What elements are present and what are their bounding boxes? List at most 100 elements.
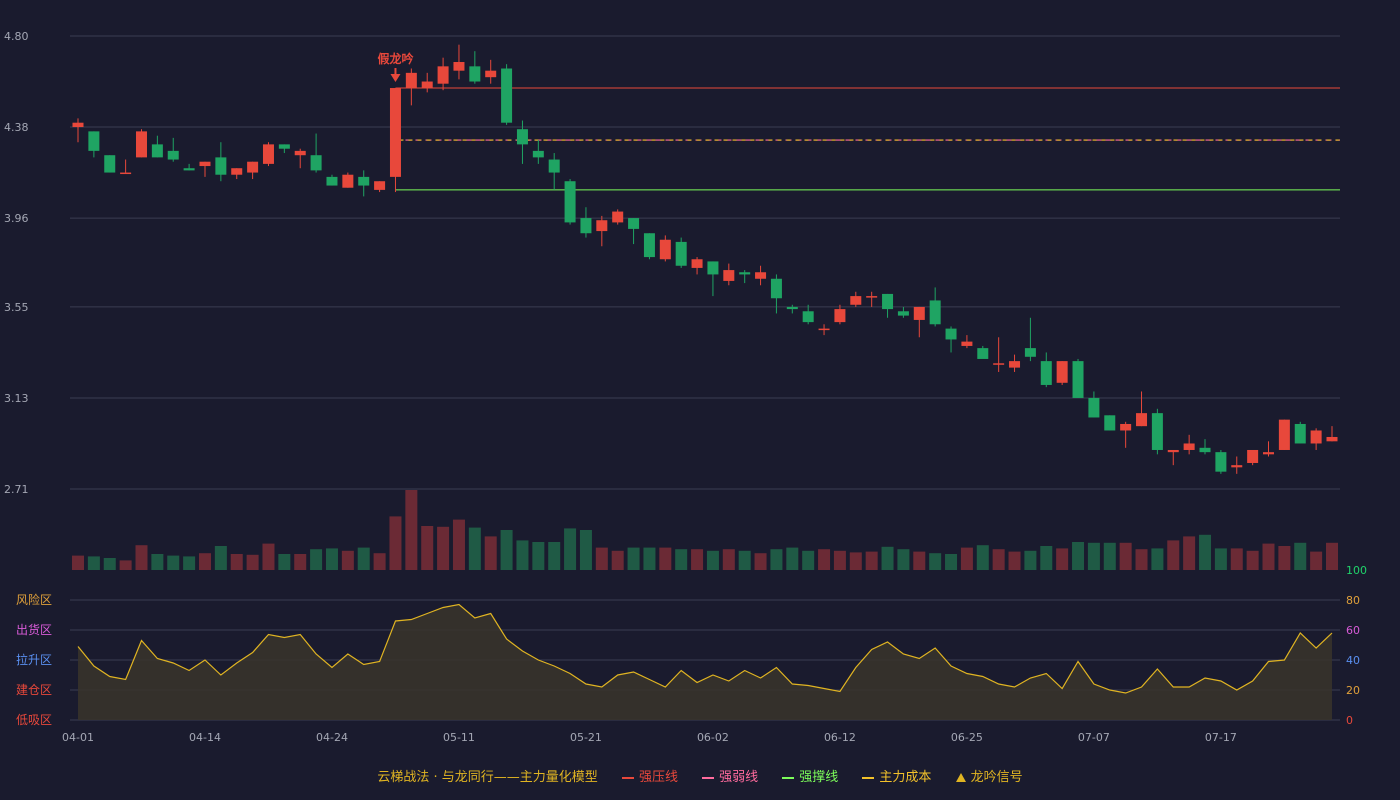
legend-resistance[interactable]: 强压线 — [621, 766, 678, 785]
candle-body — [739, 272, 751, 275]
candle-body — [548, 159, 560, 173]
candle — [596, 215, 608, 247]
legend-signal[interactable]: 龙吟信号 — [955, 766, 1023, 785]
volume-bar — [691, 549, 704, 570]
volume-bar — [786, 547, 799, 570]
volume-bar — [1056, 548, 1069, 570]
candle-body — [72, 122, 84, 128]
volume-bar — [1024, 550, 1037, 570]
volume-bar — [516, 540, 529, 570]
x-tick-label: 07-17 — [1205, 731, 1237, 744]
candle — [501, 64, 513, 125]
candle-body — [628, 218, 640, 229]
candle-body — [342, 174, 354, 188]
candle — [1231, 456, 1243, 474]
legend-support[interactable]: 强撑线 — [782, 766, 838, 785]
candle-body — [580, 218, 592, 234]
candle — [453, 44, 465, 80]
candle — [882, 293, 894, 318]
candle — [802, 304, 814, 325]
candle-body — [1136, 413, 1148, 427]
volume-bar — [579, 530, 592, 570]
chart-legend: 云梯战法 · 与龙同行——主力量化模型 强压线 强弱线 强撑线 主力成本 龙吟信… — [0, 766, 1400, 786]
signal-label: 假龙吟 — [377, 51, 413, 66]
legend-weak[interactable]: 强弱线 — [702, 766, 758, 785]
candle-body — [961, 341, 973, 346]
volume-bar — [1278, 546, 1291, 570]
price-lines-layer — [395, 87, 1340, 191]
candle-body — [485, 70, 497, 78]
candle-body — [1263, 452, 1275, 455]
candle-body — [612, 211, 624, 223]
candle-body — [294, 150, 306, 156]
candle — [1024, 317, 1036, 362]
candle — [421, 72, 433, 93]
candle — [1167, 449, 1179, 466]
candle-body — [659, 239, 671, 260]
candle-body — [1215, 452, 1227, 472]
volume-bar — [452, 519, 465, 570]
volume-bar — [373, 553, 386, 570]
candle — [1247, 449, 1259, 466]
legend-signal-text: 龙吟信号 — [970, 770, 1023, 785]
x-tick-label: 06-02 — [697, 731, 729, 744]
candle-body — [834, 309, 846, 323]
volume-bar — [548, 542, 561, 570]
candle-body — [596, 220, 608, 232]
volume-bar — [357, 547, 370, 570]
candlestick-chart: 4.80 4.38 3.96 3.55 3.13 2.71 假龙吟风险区出货区拉升区建仓区低… — [4, 30, 1367, 744]
volume-bar — [754, 553, 767, 570]
volume-bar — [897, 549, 910, 570]
candle-body — [675, 241, 687, 266]
price-tick-label: 4.80 — [4, 30, 29, 43]
candle-body — [977, 348, 989, 359]
candle — [834, 304, 846, 325]
candle-body — [532, 150, 544, 158]
volume-bar — [722, 549, 735, 570]
candle-body — [723, 270, 735, 281]
volume-bar — [500, 530, 513, 570]
volume-bar — [1326, 542, 1338, 570]
candle-body — [120, 172, 132, 175]
x-tick-label: 05-21 — [570, 731, 602, 744]
candle-body — [755, 272, 767, 279]
x-tick-label: 06-12 — [824, 731, 856, 744]
price-tick-label: 2.71 — [4, 483, 29, 496]
oscillator-tick-label: 100 — [1346, 564, 1367, 577]
volume-bar — [611, 550, 624, 570]
candle-body — [278, 144, 290, 149]
candle-body — [1231, 465, 1243, 468]
volume-bar — [564, 528, 577, 570]
candle-body — [104, 155, 116, 173]
candle — [1263, 441, 1275, 457]
candle — [342, 172, 354, 188]
legend-cost[interactable]: 主力成本 — [862, 766, 931, 785]
candle — [469, 51, 481, 84]
candle-body — [802, 311, 814, 323]
candle-body — [1167, 449, 1179, 453]
volume-bar — [1310, 551, 1323, 570]
candle — [691, 257, 703, 275]
candle — [1136, 391, 1148, 427]
candle — [1088, 391, 1100, 418]
x-tick-label: 04-14 — [189, 731, 221, 744]
volume-bar — [532, 542, 545, 570]
volume-bar — [1008, 551, 1021, 570]
candle — [755, 265, 767, 286]
candle — [643, 233, 655, 260]
volume-bar — [659, 547, 672, 570]
candle — [548, 153, 560, 190]
volume-bar — [595, 547, 608, 570]
candle-body — [643, 233, 655, 258]
candle-body — [183, 168, 195, 171]
candle — [913, 306, 925, 338]
candle — [675, 237, 687, 268]
volume-bar — [294, 554, 307, 570]
candle — [310, 133, 322, 173]
oscillator-zone-label: 建仓区 — [16, 683, 52, 697]
volume-bar — [1151, 548, 1164, 570]
candle-body — [88, 131, 100, 151]
x-tick-label: 06-25 — [951, 731, 983, 744]
volume-bar — [802, 550, 815, 570]
price-tick-label: 3.55 — [4, 301, 29, 314]
